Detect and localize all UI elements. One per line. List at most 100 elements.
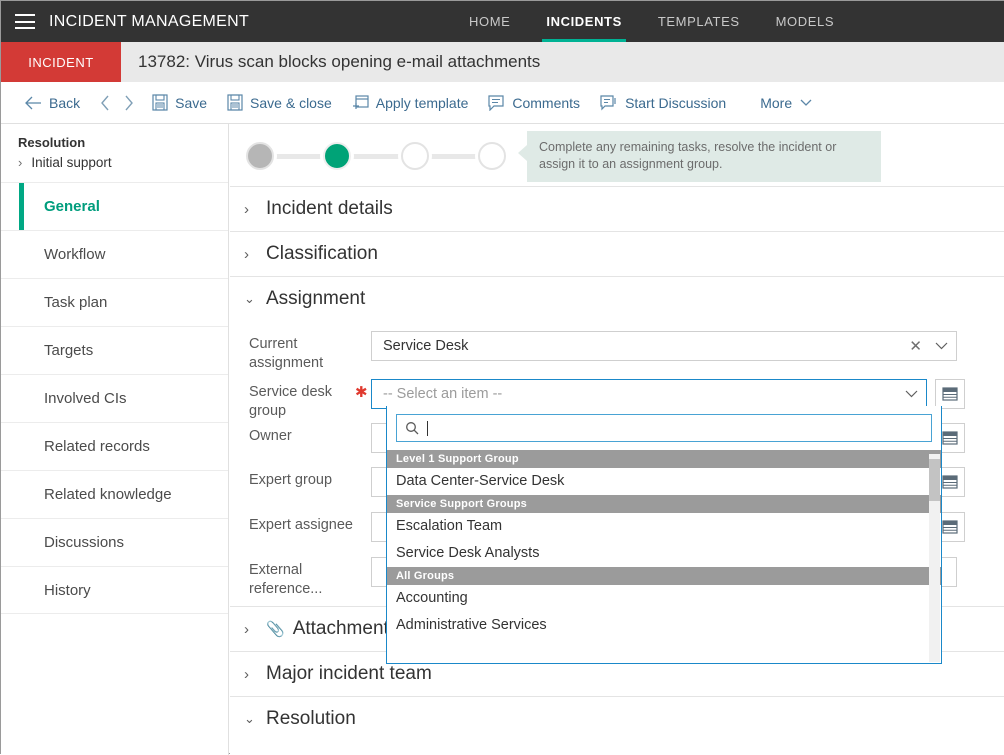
dropdown-option[interactable]: Escalation Team [387, 513, 941, 540]
section-title: Assignment [266, 288, 366, 309]
list-lookup-icon [942, 520, 958, 534]
sidebar-item-label: Involved CIs [44, 390, 127, 407]
progress-connector [271, 153, 327, 159]
required-marker [355, 467, 371, 471]
chevron-right-icon: › [244, 620, 249, 638]
progress-step-2[interactable] [323, 142, 352, 170]
apply-template-icon [352, 94, 369, 111]
progress-step-4[interactable] [477, 142, 506, 170]
comment-icon [488, 94, 505, 111]
sidebar-item-related-records[interactable]: Related records [1, 422, 228, 470]
record-title: 13782: Virus scan blocks opening e-mail … [138, 52, 541, 71]
search-icon [405, 421, 419, 435]
chevron-right-icon[interactable] [123, 95, 134, 111]
chevron-down-icon[interactable] [905, 390, 918, 398]
save-icon [152, 94, 168, 111]
chevron-left-icon[interactable] [100, 95, 111, 111]
save-and-close-button[interactable]: Save & close [227, 94, 332, 111]
dropdown-option[interactable]: Service Desk Analysts [387, 540, 941, 567]
record-header: INCIDENT 13782: Virus scan blocks openin… [1, 42, 1004, 82]
service-desk-group-dropdown: Level 1 Support Group Data Center-Servic… [386, 406, 942, 664]
field-placeholder: -- Select an item -- [383, 386, 503, 402]
list-lookup-icon [942, 475, 958, 489]
dropdown-search-box[interactable] [396, 414, 932, 442]
application-window: INCIDENT MANAGEMENT HOME INCIDENTS TEMPL… [1, 1, 1004, 755]
top-navigation-bar: INCIDENT MANAGEMENT HOME INCIDENTS TEMPL… [1, 1, 1004, 42]
dropdown-option[interactable]: Administrative Services [387, 612, 941, 639]
apply-template-button[interactable]: Apply template [352, 94, 469, 111]
sidebar-item-discussions[interactable]: Discussions [1, 518, 228, 566]
tab-home[interactable]: HOME [451, 1, 528, 42]
chevron-right-icon: › [244, 245, 249, 263]
clear-icon[interactable]: ✕ [909, 337, 922, 355]
chevron-down-icon: ⌄ [244, 291, 255, 306]
dropdown-group-header: Service Support Groups [387, 495, 941, 513]
sidebar-item-label: Workflow [44, 246, 106, 263]
sidebar-item-workflow[interactable]: Workflow [1, 230, 228, 278]
section-resolution[interactable]: ⌄ Resolution [230, 696, 1004, 741]
progress-connector [425, 153, 481, 159]
start-discussion-label: Start Discussion [625, 94, 727, 111]
more-label: More [760, 94, 793, 111]
sidebar-item-related-knowledge[interactable]: Related knowledge [1, 470, 228, 518]
progress-callout: Complete any remaining tasks, resolve th… [518, 131, 881, 182]
field-label: Expert group [249, 472, 333, 488]
current-assignment-input[interactable]: Service Desk ✕ [371, 331, 957, 361]
save-close-icon [227, 94, 243, 111]
chevron-right-icon: › [18, 155, 23, 170]
section-title: Incident details [266, 198, 393, 219]
start-discussion-button[interactable]: Start Discussion [600, 95, 726, 111]
arrow-left-icon [25, 96, 42, 110]
tab-incidents[interactable]: INCIDENTS [528, 1, 639, 42]
section-incident-details[interactable]: › Incident details [230, 186, 1004, 231]
dropdown-option[interactable]: Data Center-Service Desk [387, 468, 941, 495]
apply-template-label: Apply template [375, 94, 469, 111]
sidebar-item-history[interactable]: History [1, 566, 228, 614]
dropdown-option-list: Level 1 Support Group Data Center-Servic… [387, 450, 941, 639]
more-button[interactable]: More [760, 95, 812, 111]
left-navigation-panel: Resolution › Initial support General Wor… [1, 124, 229, 755]
sidebar-item-label: Discussions [44, 534, 125, 551]
service-desk-group-input[interactable]: -- Select an item -- [371, 379, 927, 409]
field-label: External reference... [249, 562, 323, 597]
progress-connector [348, 153, 404, 159]
field-value: Service Desk [383, 338, 469, 354]
text-cursor [427, 420, 428, 436]
comments-button[interactable]: Comments [488, 95, 580, 111]
dropdown-option[interactable]: Accounting [387, 585, 941, 612]
tab-templates[interactable]: TEMPLATES [640, 1, 758, 42]
sidebar-item-targets[interactable]: Targets [1, 326, 228, 374]
chevron-right-icon: › [244, 665, 249, 683]
required-marker [355, 331, 371, 335]
action-toolbar: Back Save Save & close Apply template Co… [1, 82, 1004, 124]
comments-label: Comments [512, 94, 581, 111]
top-nav-tabs: HOME INCIDENTS TEMPLATES MODELS [451, 1, 852, 42]
lookup-button-service-desk-group[interactable] [935, 379, 965, 409]
app-title: INCIDENT MANAGEMENT [49, 12, 250, 30]
sidebar-item-involved-cis[interactable]: Involved CIs [1, 374, 228, 422]
section-assignment[interactable]: ⌄ Assignment [230, 276, 1004, 321]
dropdown-scrollbar-thumb[interactable] [929, 459, 940, 501]
section-classification[interactable]: › Classification [230, 231, 1004, 276]
progress-step-1[interactable] [246, 142, 274, 170]
save-button[interactable]: Save [152, 94, 207, 111]
chevron-down-icon[interactable] [935, 342, 948, 350]
field-row-current-assignment: Current assignment Service Desk ✕ [230, 331, 1004, 379]
record-type-badge: INCIDENT [1, 42, 121, 82]
section-title: Major incident team [266, 663, 432, 684]
back-button[interactable]: Back [25, 95, 80, 111]
sidebar-item-task-plan[interactable]: Task plan [1, 278, 228, 326]
sidebar-item-label: Task plan [44, 294, 108, 311]
hamburger-icon[interactable] [15, 14, 35, 29]
chevron-right-icon: › [244, 200, 249, 218]
progress-step-3[interactable] [400, 142, 429, 170]
resolution-label: Resolution [18, 135, 86, 150]
tab-models[interactable]: MODELS [758, 1, 853, 42]
required-marker [355, 557, 371, 561]
sidebar-item-label: Related knowledge [44, 486, 172, 503]
sidebar-item-label: Related records [44, 438, 150, 455]
field-control: -- Select an item -- [371, 379, 965, 409]
initial-support-node[interactable]: › Initial support [18, 155, 228, 170]
save-label: Save [175, 94, 208, 111]
sidebar-item-general[interactable]: General [1, 182, 228, 230]
